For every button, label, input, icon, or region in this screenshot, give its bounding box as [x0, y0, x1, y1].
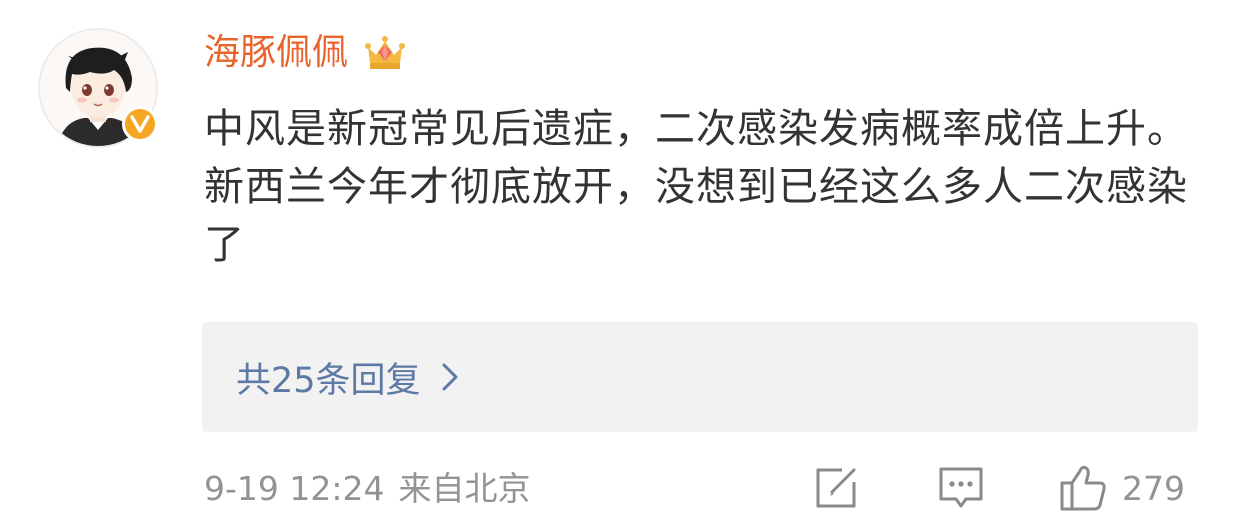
- view-replies-button[interactable]: 共25条回复: [202, 322, 1198, 432]
- chevron-right-icon: [442, 363, 458, 391]
- like-button[interactable]: 279: [1058, 462, 1185, 514]
- username[interactable]: 海豚佩佩: [204, 30, 348, 76]
- author-row: 海豚佩佩: [204, 30, 408, 76]
- source-location: 来自北京: [398, 469, 531, 508]
- like-count: 279: [1122, 468, 1185, 508]
- avatar[interactable]: [38, 28, 160, 150]
- thumbs-up-icon: [1060, 465, 1106, 511]
- crown-gem-member-icon[interactable]: [362, 33, 408, 73]
- timestamp: 9-19 12:24: [204, 469, 385, 508]
- comment-bubble-icon: [939, 467, 983, 508]
- replies-count-label: 共25条回复: [236, 360, 421, 401]
- comment-text: 中风是新冠常见后遗症，二次感染发病概率成倍上升。新西兰今年才彻底放开，没想到已经…: [204, 106, 1188, 268]
- share-button[interactable]: [812, 462, 860, 514]
- comment-button[interactable]: [936, 462, 986, 514]
- edit-share-icon: [816, 468, 856, 508]
- verified-v-badge-icon: [122, 106, 158, 142]
- comment-meta: 9-19 12:24 来自北京: [204, 466, 531, 512]
